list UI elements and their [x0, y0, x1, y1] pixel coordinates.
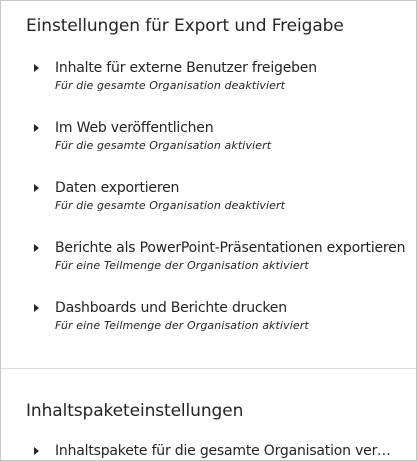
setting-label: Daten exportieren: [55, 180, 180, 196]
expand-caret-icon[interactable]: [34, 124, 39, 132]
setting-status: Für eine Teilmenge der Organisation akti…: [55, 319, 309, 332]
setting-label: Inhalte für externe Benutzer freigeben: [55, 60, 317, 76]
setting-label: Inhaltspakete für die gesamte Organisati…: [55, 443, 395, 459]
setting-status: Für eine Teilmenge der Organisation akti…: [55, 259, 309, 272]
expand-caret-icon[interactable]: [34, 64, 39, 72]
setting-label: Berichte als PowerPoint-Präsentationen e…: [55, 240, 406, 256]
expand-caret-icon[interactable]: [34, 447, 39, 455]
setting-status: Für die gesamte Organisation deaktiviert: [55, 199, 286, 212]
expand-caret-icon[interactable]: [34, 244, 39, 252]
setting-label: Im Web veröffentlichen: [55, 120, 214, 136]
setting-label: Dashboards und Berichte drucken: [55, 300, 287, 316]
setting-status: Für die gesamte Organisation deaktiviert: [55, 79, 286, 92]
setting-status: Für die gesamte Organisation aktiviert: [55, 139, 272, 152]
content-pack-section-title: Inhaltspaketeinstellungen: [26, 401, 244, 421]
settings-panel: Einstellungen für Export und Freigabe In…: [0, 0, 417, 461]
expand-caret-icon[interactable]: [34, 184, 39, 192]
expand-caret-icon[interactable]: [34, 304, 39, 312]
section-divider: [1, 368, 416, 369]
export-section-title: Einstellungen für Export und Freigabe: [26, 16, 344, 36]
